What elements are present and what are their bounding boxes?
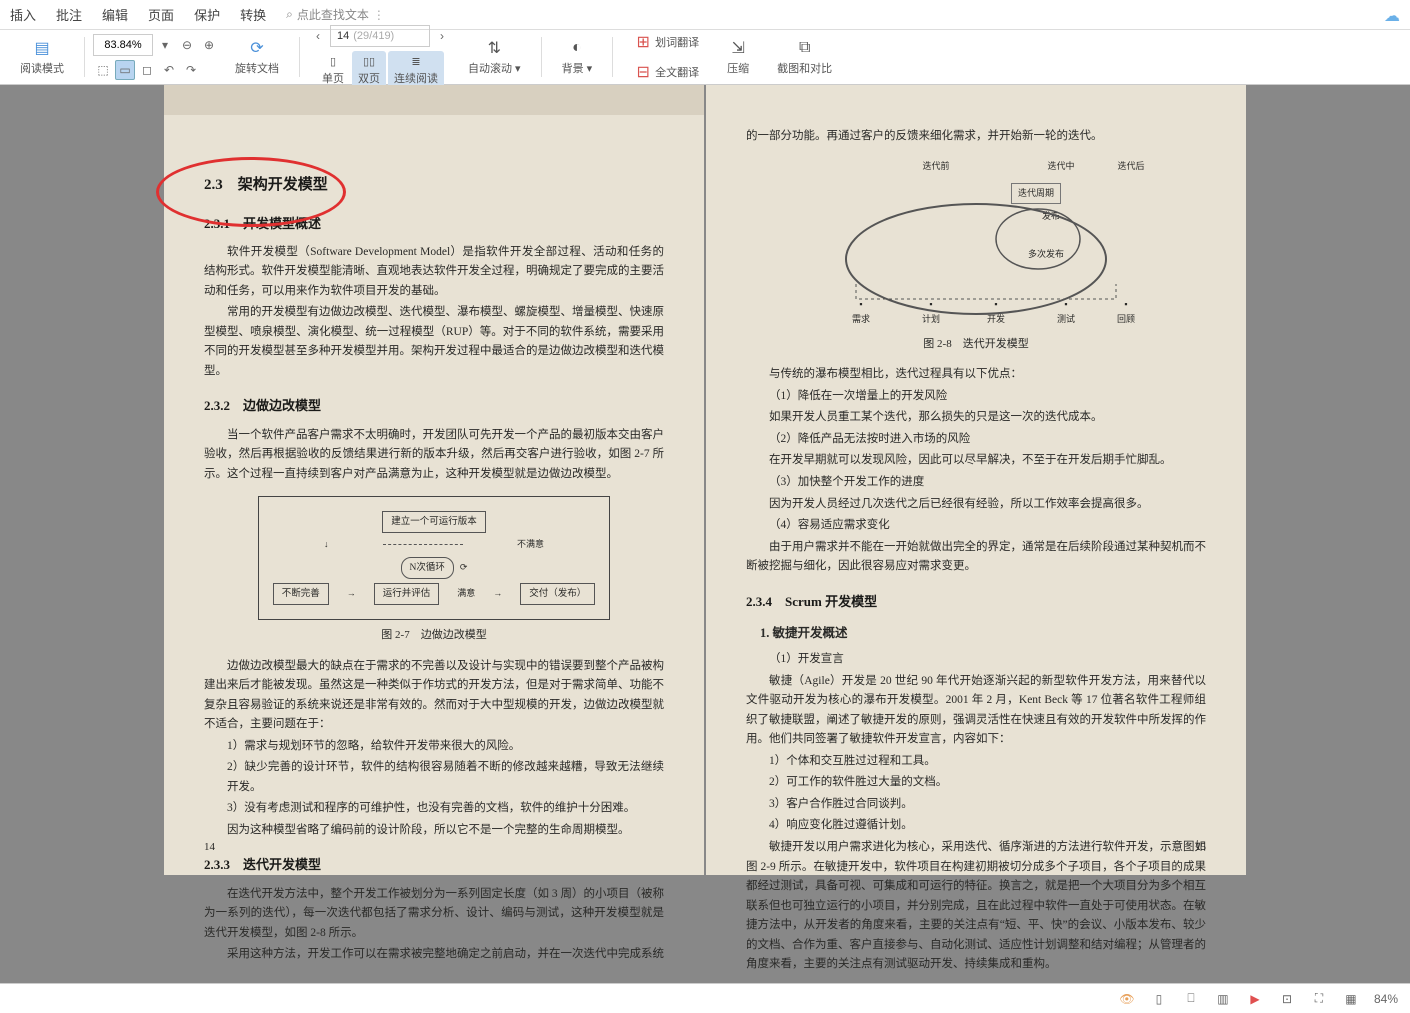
- prev-page-button[interactable]: ‹: [308, 26, 328, 46]
- page-number: 15: [1195, 838, 1206, 857]
- body-text: 当一个软件产品客户需求不太明确时，开发团队可先开发一个产品的最初版本交由客户验收…: [204, 426, 664, 485]
- fit-width-icon[interactable]: ⬚: [93, 60, 113, 80]
- compress-icon: ⇲: [728, 38, 748, 58]
- play-icon[interactable]: ▶: [1246, 990, 1264, 1008]
- background-button[interactable]: ◐ 背景 ▾: [556, 34, 599, 80]
- view-continuous-icon[interactable]: ⎕: [1182, 990, 1200, 1008]
- translate-full-icon: ⊟: [633, 62, 653, 82]
- fit-page-icon[interactable]: ▭: [115, 60, 135, 80]
- document-viewer[interactable]: 2.3 架构开发模型 2.3.1 开发模型概述 软件开发模型（Software …: [0, 85, 1410, 983]
- cloud-sync-icon[interactable]: ☁: [1384, 6, 1400, 26]
- translate-word-icon: ⊞: [633, 32, 653, 52]
- list-item: 2）可工作的软件胜过大量的文档。: [746, 773, 1206, 793]
- body-text: 采用这种方法，开发工作可以在需求被完整地确定之前启动，并在一次迭代中完成系统: [204, 945, 664, 965]
- zoom-in-button[interactable]: ⊕: [199, 35, 219, 55]
- list-item: 3）客户合作胜过合同谈判。: [746, 795, 1206, 815]
- menu-convert[interactable]: 转换: [240, 5, 266, 24]
- search-placeholder: 点此查找文本: [297, 6, 369, 23]
- status-zoom[interactable]: 84%: [1374, 992, 1398, 1006]
- body-text: 边做边改模型最大的缺点在于需求的不完善以及设计与实现中的错误要到整个产品被构建出…: [204, 657, 664, 735]
- menu-page[interactable]: 页面: [148, 5, 174, 24]
- section-2-3-1-title: 2.3.1 开发模型概述: [204, 213, 664, 235]
- section-2-3-2-title: 2.3.2 边做边改模型: [204, 395, 664, 417]
- single-page-icon: ▯: [330, 55, 336, 68]
- body-text: 敏捷（Agile）开发是 20 世纪 90 年代开始逐渐兴起的新型软件开发方法，…: [746, 672, 1206, 750]
- reading-mode-button[interactable]: ▤ 阅读模式: [14, 34, 70, 80]
- figure-2-7: 建立一个可运行版本 ↓不满意 N次循环 ⟳ 不断完善 → 运行并评估 满意: [204, 496, 664, 644]
- double-page-button[interactable]: ▯▯双页: [352, 51, 386, 90]
- body-text: 的一部分功能。再通过客户的反馈来细化需求，并开始新一轮的迭代。: [746, 127, 1206, 147]
- view-single-icon[interactable]: ▯: [1150, 990, 1168, 1008]
- body-text: 常用的开发模型有边做边改模型、迭代模型、瀑布模型、螺旋模型、增量模型、快速原型模…: [204, 303, 664, 381]
- list-item: （1）降低在一次增量上的开发风险: [746, 387, 1206, 407]
- list-item: （4）容易适应需求变化: [746, 516, 1206, 536]
- menu-annotate[interactable]: 批注: [56, 5, 82, 24]
- rotate-right-icon[interactable]: ↷: [181, 60, 201, 80]
- list-item: 1）需求与规划环节的忽略，给软件开发带来很大的风险。: [204, 737, 664, 757]
- section-2-3-title: 2.3 架构开发模型: [204, 173, 664, 199]
- zoom-out-button[interactable]: ⊖: [177, 35, 197, 55]
- list-item: （3）加快整个开发工作的进度: [746, 473, 1206, 493]
- page-number-input[interactable]: 14 (29/419): [330, 25, 430, 47]
- body-text: 敏捷开发以用户需求进化为核心，采用迭代、循序渐进的方法进行软件开发，示意图如图 …: [746, 838, 1206, 975]
- body-text: 如果开发人员重工某个迭代，那么损失的只是这一次的迭代成本。: [746, 408, 1206, 428]
- zoom-dropdown[interactable]: ▾: [155, 35, 175, 55]
- single-page-button[interactable]: ▯单页: [316, 51, 350, 90]
- fullscreen-icon[interactable]: ⛶: [1310, 990, 1328, 1008]
- zoom-input[interactable]: [93, 34, 153, 56]
- figure-2-8: 迭代前 迭代中 迭代后 迭代周期 发布 多次发布 ▪需求 ▪计划 ▪开发 ▪测试: [746, 159, 1206, 354]
- book-icon: ▤: [32, 38, 52, 58]
- full-translate-button[interactable]: ⊟全文翻译: [627, 58, 705, 86]
- actual-size-icon[interactable]: ◻: [137, 60, 157, 80]
- list-item: 2）缺少完善的设计环节，软件的结构很容易随着不断的修改越来越糟，导致无法继续开发…: [204, 758, 664, 797]
- autoscroll-button[interactable]: ⇅ 自动滚动 ▾: [462, 34, 527, 80]
- fit-icon[interactable]: ⊡: [1278, 990, 1296, 1008]
- body-text: 因为开发人员经过几次迭代之后已经很有经验，所以工作效率会提高很多。: [746, 495, 1206, 515]
- crop-compare-button[interactable]: ⧉ 截图和对比: [771, 34, 838, 80]
- menu-insert[interactable]: 插入: [10, 5, 36, 24]
- body-text: 在开发早期就可以发现风险，因此可以尽早解决，不至于在开发后期手忙脚乱。: [746, 451, 1206, 471]
- body-text: （1）开发宣言: [746, 650, 1206, 670]
- search-box[interactable]: ⌕ 点此查找文本 ⋮: [286, 6, 385, 23]
- continuous-icon: ≣: [411, 55, 420, 68]
- section-2-3-4-title: 2.3.4 Scrum 开发模型: [746, 591, 1206, 613]
- double-page-icon: ▯▯: [363, 55, 375, 68]
- subhead-1: 1. 敏捷开发概述: [746, 623, 1206, 644]
- list-item: 1）个体和交互胜过过程和工具。: [746, 752, 1206, 772]
- crop-icon: ⧉: [795, 38, 815, 58]
- body-text: 软件开发模型（Software Development Model）是指软件开发…: [204, 243, 664, 302]
- autoscroll-icon: ⇅: [484, 38, 504, 58]
- next-page-button[interactable]: ›: [432, 26, 452, 46]
- eye-toggle-icon[interactable]: 👁: [1118, 990, 1136, 1008]
- body-text: 因为这种模型省略了编码前的设计阶段，所以它不是一个完整的生命周期模型。: [204, 821, 664, 841]
- view-double-icon[interactable]: ▥: [1214, 990, 1232, 1008]
- rotate-icon: ⟳: [247, 38, 267, 58]
- page-left: 2.3 架构开发模型 2.3.1 开发模型概述 软件开发模型（Software …: [164, 85, 704, 875]
- list-item: 3）没有考虑测试和程序的可维护性，也没有完善的文档，软件的维护十分困难。: [204, 799, 664, 819]
- page-right: 的一部分功能。再通过客户的反馈来细化需求，并开始新一轮的迭代。 迭代前 迭代中 …: [706, 85, 1246, 875]
- layout-icon[interactable]: ▦: [1342, 990, 1360, 1008]
- body-text: 在迭代开发方法中，整个开发工作被划分为一系列固定长度（如 3 周）的小项目（被称…: [204, 885, 664, 944]
- rotate-left-icon[interactable]: ↶: [159, 60, 179, 80]
- search-icon: ⌕: [286, 7, 293, 22]
- list-item: （2）降低产品无法按时进入市场的风险: [746, 430, 1206, 450]
- compress-button[interactable]: ⇲ 压缩: [721, 34, 755, 80]
- rotate-doc-button[interactable]: ⟳ 旋转文档: [229, 34, 285, 80]
- figure-2-8-caption: 图 2-8 迭代开发模型: [746, 335, 1206, 354]
- menu-protect[interactable]: 保护: [194, 5, 220, 24]
- figure-2-7-caption: 图 2-7 边做边改模型: [204, 626, 664, 645]
- menu-edit[interactable]: 编辑: [102, 5, 128, 24]
- page-number: 14: [204, 838, 215, 857]
- background-icon: ◐: [567, 38, 587, 58]
- section-2-3-3-title: 2.3.3 迭代开发模型: [204, 854, 664, 876]
- select-translate-button[interactable]: ⊞划词翻译: [627, 28, 705, 56]
- body-text: 由于用户需求并不能在一开始就做出完全的界定，通常是在后续阶段通过某种契机而不断被…: [746, 538, 1206, 577]
- body-text: 与传统的瀑布模型相比，迭代过程具有以下优点：: [746, 365, 1206, 385]
- continuous-button[interactable]: ≣连续阅读: [388, 51, 444, 90]
- list-item: 4）响应变化胜过遵循计划。: [746, 816, 1206, 836]
